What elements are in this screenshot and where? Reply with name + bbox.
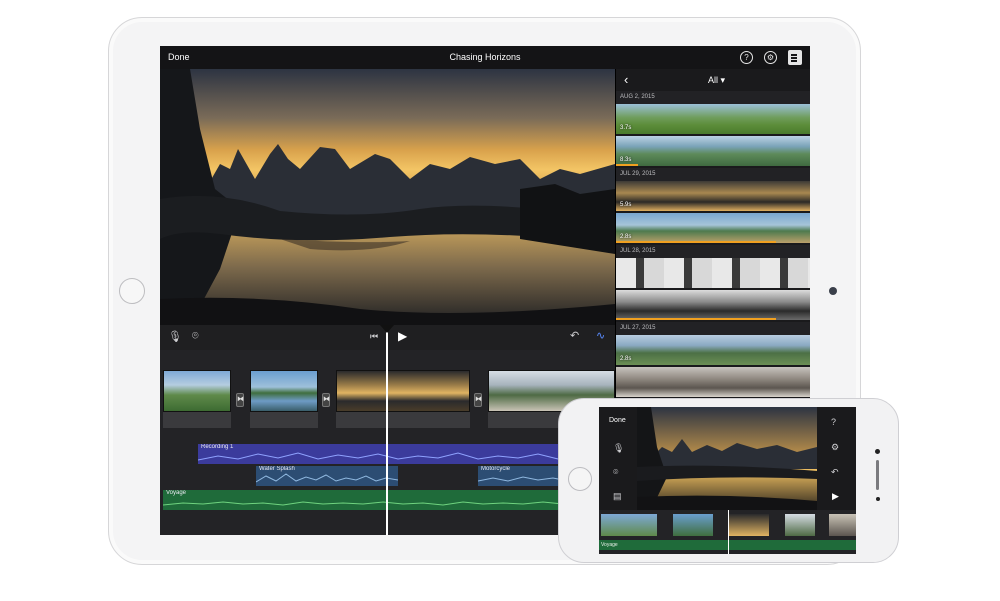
- phone-timeline-clip[interactable]: [785, 514, 815, 536]
- timeline-video-clip[interactable]: [163, 370, 231, 412]
- phone-help-icon[interactable]: ?: [831, 417, 836, 427]
- project-title: Chasing Horizons: [449, 52, 521, 62]
- undo-icon[interactable]: ↶: [570, 329, 579, 342]
- phone-done-button[interactable]: Done: [609, 417, 626, 424]
- transition-icon[interactable]: ⧓: [474, 393, 482, 407]
- help-icon[interactable]: ?: [740, 51, 753, 64]
- media-clip[interactable]: 2.8s: [616, 213, 810, 243]
- phone-microphone-icon[interactable]: 🎙: [613, 443, 624, 454]
- phone-timeline: Voyage: [599, 510, 856, 554]
- iphone-sensor: [876, 497, 880, 501]
- sunset-river-frame: [160, 69, 615, 325]
- camera-icon[interactable]: ⌾: [192, 330, 199, 343]
- back-chevron-icon[interactable]: ‹: [624, 72, 628, 87]
- transition-icon[interactable]: ⧓: [322, 393, 330, 407]
- video-viewer: [160, 69, 615, 325]
- media-clip[interactable]: 8.3s: [616, 136, 810, 166]
- phone-timeline-clip[interactable]: [601, 514, 657, 536]
- phone-timeline-clip[interactable]: [673, 514, 713, 536]
- phone-right-panel: ? ⚙ ↶ ▶: [817, 407, 856, 510]
- timeline-video-clip[interactable]: [336, 370, 470, 412]
- media-clip[interactable]: [616, 258, 810, 288]
- media-clip[interactable]: [616, 290, 810, 320]
- phone-playhead[interactable]: [728, 510, 729, 554]
- phone-play-icon[interactable]: ▶: [832, 491, 839, 502]
- skip-back-icon[interactable]: ⏮: [370, 331, 378, 342]
- phone-media-icon[interactable]: ▤: [613, 491, 622, 502]
- phone-undo-icon[interactable]: ↶: [831, 467, 839, 478]
- media-clip[interactable]: [616, 367, 810, 397]
- settings-icon[interactable]: ⚙: [764, 51, 777, 64]
- date-header: JUL 28, 2015: [616, 245, 810, 258]
- voyage-music-track[interactable]: Voyage: [163, 490, 615, 510]
- phone-left-panel: Done 🎙 ⌾ ▤: [599, 407, 637, 510]
- media-browser-header: ‹ All ▾: [616, 69, 810, 91]
- ipad-home-button: [119, 278, 145, 304]
- date-header: AUG 2, 2015: [616, 91, 810, 104]
- phone-settings-icon[interactable]: ⚙: [831, 442, 839, 453]
- done-button[interactable]: Done: [168, 52, 190, 62]
- water-splash-audio-track[interactable]: Water Splash: [256, 466, 398, 486]
- phone-camera-icon[interactable]: ⌾: [613, 467, 618, 478]
- iphone-speaker: [876, 460, 879, 490]
- iphone-camera: [875, 449, 880, 454]
- audio-waveform-icon[interactable]: ∿: [596, 329, 605, 342]
- transition-icon[interactable]: ⧓: [236, 393, 244, 407]
- phone-video-viewer: [637, 407, 817, 510]
- playhead-marker: [380, 325, 394, 333]
- play-icon[interactable]: ▶: [398, 329, 407, 343]
- top-bar: Done Chasing Horizons ? ⚙: [160, 46, 810, 69]
- filter-dropdown[interactable]: All ▾: [708, 75, 725, 86]
- media-clip[interactable]: 5.9s: [616, 181, 810, 211]
- phone-timeline-clip[interactable]: [829, 514, 856, 536]
- date-header: JUL 27, 2015: [616, 322, 810, 335]
- iphone-screen: Done 🎙 ⌾ ▤ ? ⚙ ↶ ▶ Voyage: [599, 407, 856, 554]
- ipad-camera: [829, 287, 837, 295]
- timeline-video-clip[interactable]: [250, 370, 318, 412]
- playhead[interactable]: [386, 325, 388, 535]
- date-header: JUL 29, 2015: [616, 168, 810, 181]
- microphone-icon[interactable]: 🎙: [168, 330, 182, 343]
- phone-timeline-clip[interactable]: [729, 514, 769, 536]
- media-clip[interactable]: 2.8s: [616, 335, 810, 365]
- media-clip[interactable]: 3.7s: [616, 104, 810, 134]
- media-browser-icon[interactable]: [788, 50, 802, 65]
- recording-audio-track[interactable]: Recording 1: [198, 444, 615, 464]
- iphone-home-button: [568, 467, 592, 491]
- timeline: ⧓ ⧓ ⧓ Recording 1 Water Splash Motorcycl…: [160, 350, 615, 535]
